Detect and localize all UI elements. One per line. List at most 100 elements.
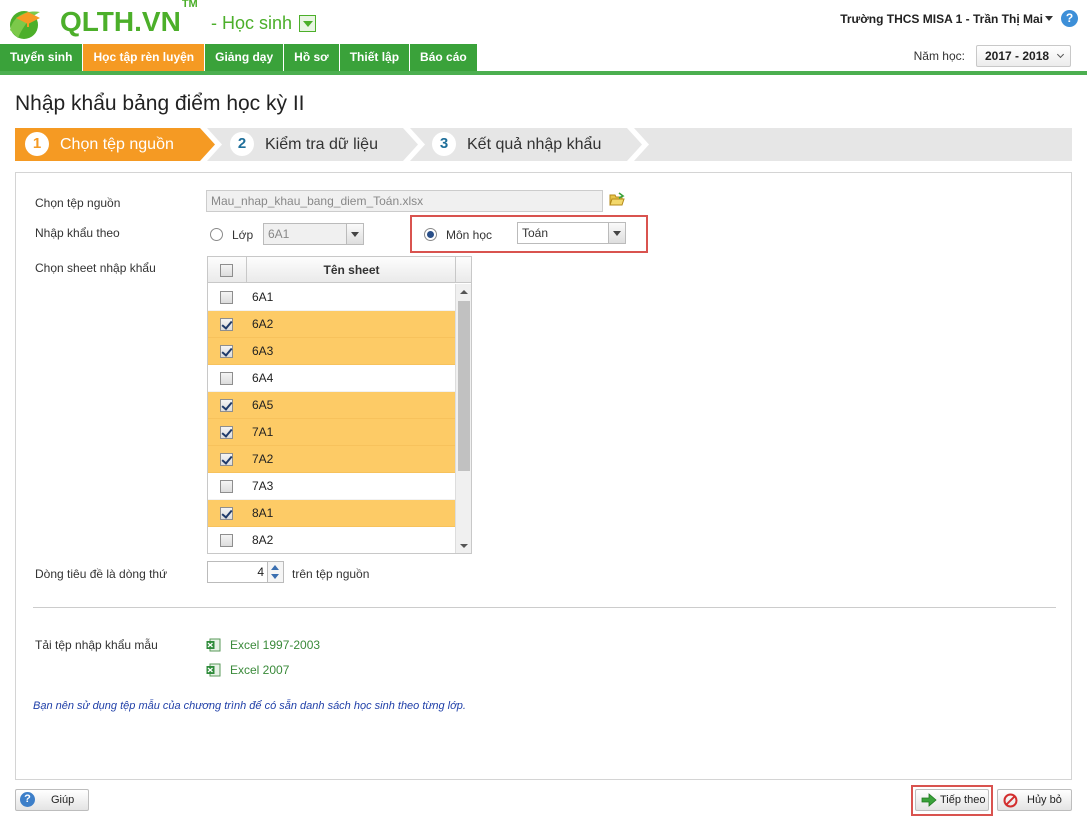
sheet-select-label: Chọn sheet nhập khẩu [35,261,156,275]
subject-select[interactable]: Toán [517,222,626,244]
sheet-name: 8A1 [252,506,274,520]
stepper-down-icon[interactable] [271,574,279,579]
chevron-down-icon[interactable] [1045,16,1053,21]
row-checkbox[interactable] [220,534,233,547]
table-row[interactable]: 7A1 [208,419,455,446]
scroll-up-icon[interactable] [456,284,471,300]
sheet-grid-scrollbar[interactable] [455,284,471,553]
excel-icon [206,663,221,677]
sheet-name-header: Tên sheet [323,263,380,277]
header-row-value: 4 [257,565,264,579]
chevron-down-icon[interactable] [346,224,363,244]
checkbox-cell [208,338,247,365]
row-checkbox[interactable] [220,291,233,304]
help-icon: ? [20,792,35,807]
row-checkbox[interactable] [220,318,233,331]
stepper-buttons[interactable] [267,562,283,582]
step-1-label: Chọn tệp nguồn [60,136,174,153]
main-nav: Tuyển sinh Học tập rèn luyện Giảng dạy H… [0,44,1087,75]
table-row[interactable]: 8A1 [208,500,455,527]
cancel-button[interactable]: Hủy bỏ [997,789,1072,811]
year-label: Năm học: [913,49,965,63]
subject-select-value: Toán [522,226,549,240]
sheet-name: 6A2 [252,317,274,331]
logo-icon [10,11,40,39]
step-3-number: 3 [432,132,456,156]
cancel-icon [1003,793,1018,808]
help-button[interactable]: ? Giúp [15,789,89,811]
sheet-name: 6A1 [252,290,274,304]
select-all-checkbox[interactable] [220,264,233,277]
import-form-panel: Chọn tệp nguồn Mau_nhap_khau_bang_diem_T… [15,172,1072,780]
row-checkbox[interactable] [220,453,233,466]
header-row-label: Dòng tiêu đề là dòng thứ [35,567,168,581]
table-row[interactable]: 7A3 [208,473,455,500]
sheet-name: 6A3 [252,344,274,358]
checkbox-cell [208,284,247,311]
page-title: Nhập khẩu bảng điểm học kỳ II [15,92,305,115]
sheet-name: 6A5 [252,398,274,412]
import-by-label: Nhập khẩu theo [35,226,120,240]
next-button[interactable]: Tiếp theo [915,789,989,811]
row-checkbox[interactable] [220,345,233,358]
app-header: QLTH.VNTM - Học sinh Trường THCS MISA 1 … [0,0,1087,44]
class-radio[interactable] [210,228,223,241]
user-menu[interactable]: Trường THCS MISA 1 - Trần Thị Mai [840,12,1043,26]
nav-tab-ho-so[interactable]: Hồ sơ [284,44,340,71]
usage-note: Bạn nên sử dụng tệp mẫu của chương trình… [33,700,466,712]
checkbox-cell [208,365,247,392]
row-checkbox[interactable] [220,372,233,385]
role-dropdown-button[interactable] [299,15,316,32]
subject-radio[interactable] [424,228,437,241]
nav-tab-giang-day[interactable]: Giảng dạy [205,44,285,71]
chevron-down-icon[interactable] [608,223,625,243]
divider [33,607,1056,608]
scroll-down-icon[interactable] [456,538,471,553]
excel-icon [206,638,221,652]
header-row-stepper[interactable]: 4 [207,561,284,583]
header-row-suffix: trên tệp nguồn [292,567,370,581]
row-checkbox[interactable] [220,426,233,439]
checkbox-cell [208,419,247,446]
table-row[interactable]: 6A5 [208,392,455,419]
sheet-grid-body: 6A1 6A2 6A3 6A4 6A5 7A1 7A2 7A3 8A1 8A2 [208,284,455,553]
sheet-name: 7A2 [252,452,274,466]
table-row[interactable]: 6A4 [208,365,455,392]
template-label: Tải tệp nhập khẩu mẫu [35,638,158,652]
row-checkbox[interactable] [220,480,233,493]
table-row[interactable]: 6A2 [208,311,455,338]
class-radio-label: Lớp [232,228,254,242]
source-file-input[interactable]: Mau_nhap_khau_bang_diem_Toán.xlsx [206,190,603,212]
table-row[interactable]: 7A2 [208,446,455,473]
sheet-name: 7A3 [252,479,274,493]
year-select[interactable]: 2017 - 2018 [976,45,1071,67]
table-row[interactable]: 6A3 [208,338,455,365]
sheet-name: 6A4 [252,371,274,385]
brand-name[interactable]: QLTH.VNTM [60,0,198,38]
nav-tab-tuyen-sinh[interactable]: Tuyển sinh [0,44,84,71]
sheet-grid: Tên sheet 6A1 6A2 6A3 6A4 6A5 7A1 7A2 7A… [207,256,472,554]
table-row[interactable]: 8A2 [208,527,455,553]
scroll-thumb[interactable] [458,301,470,471]
arrow-right-icon [921,793,937,807]
excel-1997-link[interactable]: Excel 1997-2003 [230,638,320,652]
nav-tab-bao-cao[interactable]: Báo cáo [410,44,478,71]
help-icon[interactable]: ? [1061,10,1078,27]
checkbox-cell [208,500,247,527]
select-all-cell [208,257,247,283]
source-file-label: Chọn tệp nguồn [35,196,121,210]
nav-tab-thiet-lap[interactable]: Thiết lập [339,44,411,71]
folder-open-icon[interactable] [609,192,625,207]
class-select[interactable]: 6A1 [263,223,364,245]
step-2-number: 2 [230,132,254,156]
row-checkbox[interactable] [220,507,233,520]
nav-tab-hoc-tap[interactable]: Học tập rèn luyện [83,44,206,71]
row-checkbox[interactable] [220,399,233,412]
step-1-number: 1 [25,132,49,156]
table-row[interactable]: 6A1 [208,284,455,311]
sheet-grid-header: Tên sheet [208,257,455,283]
checkbox-cell [208,392,247,419]
excel-2007-link[interactable]: Excel 2007 [230,663,289,677]
stepper-up-icon[interactable] [271,565,279,570]
role-label: - Học sinh [211,13,293,33]
